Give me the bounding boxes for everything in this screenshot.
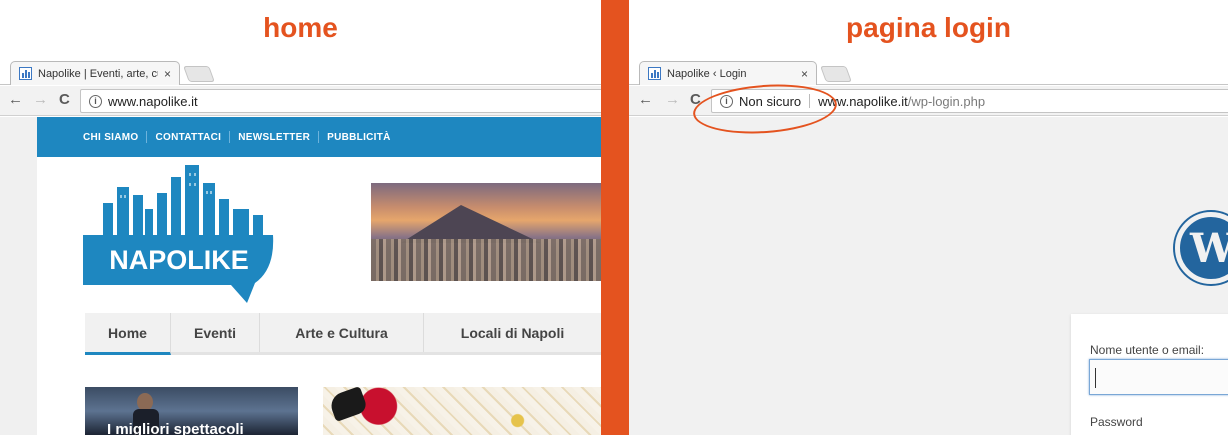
forward-arrow-icon[interactable]: → [33, 91, 48, 109]
url-path: /wp-login.php [907, 93, 986, 109]
tab-strip: Napolike | Eventi, arte, cu × [0, 58, 601, 85]
login-heading: pagina login [846, 12, 1011, 43]
address-bar[interactable]: i www.napolike.it [80, 89, 601, 113]
browser-tab-home[interactable]: Napolike | Eventi, arte, cu × [10, 61, 180, 85]
home-panel: home Napolike | Eventi, arte, cu × ← → C… [0, 0, 601, 435]
login-form: Nome utente o email: Password [1071, 314, 1228, 435]
article-thumbnail-confetti[interactable] [323, 385, 601, 435]
tab-title: Napolike ‹ Login [667, 67, 747, 80]
nav-link-contattaci[interactable]: CONTATTACI [155, 132, 221, 143]
favicon-chart-icon [648, 67, 661, 80]
naples-banner-image [371, 183, 601, 281]
menu-item-home[interactable]: Home [85, 313, 171, 355]
top-nav-bar: CHI SIAMO CONTATTACI NEWSLETTER PUBBLICI… [37, 117, 601, 157]
menu-item-arte-e-cultura[interactable]: Arte e Cultura [260, 313, 424, 352]
tab-close-icon[interactable]: × [164, 67, 171, 81]
browser-toolbar: ← → C i www.napolike.it [0, 86, 601, 116]
tab-close-icon[interactable]: × [801, 67, 808, 81]
tab-strip: Napolike ‹ Login × [629, 58, 1228, 85]
logo-text: NAPOLIKE [109, 245, 249, 275]
username-label: Nome utente o email: [1090, 343, 1205, 357]
favicon-chart-icon [19, 67, 32, 80]
nav-link-chi-siamo[interactable]: CHI SIAMO [83, 132, 138, 143]
info-icon[interactable]: i [89, 94, 102, 108]
new-tab-button[interactable] [183, 66, 215, 82]
browser-tab-login[interactable]: Napolike ‹ Login × [639, 61, 817, 85]
home-heading: home [263, 12, 338, 43]
article-caption: I migliori spettacoli [107, 421, 244, 435]
back-arrow-icon[interactable]: ← [8, 91, 23, 109]
nav-link-pubblicita[interactable]: PUBBLICITÀ [327, 132, 391, 143]
menu-item-eventi[interactable]: Eventi [171, 313, 260, 352]
back-arrow-icon[interactable]: ← [638, 91, 653, 109]
main-menu: Home Eventi Arte e Cultura Locali di Nap… [85, 313, 601, 355]
panel-divider [601, 0, 629, 435]
napolike-site: CHI SIAMO CONTATTACI NEWSLETTER PUBBLICI… [37, 117, 601, 435]
password-label: Password [1090, 415, 1143, 429]
login-panel: pagina login Napolike ‹ Login × ← → C i … [629, 0, 1228, 435]
reload-icon[interactable]: C [59, 91, 70, 109]
username-input[interactable] [1089, 359, 1228, 395]
menu-item-locali-di-napoli[interactable]: Locali di Napoli [424, 313, 601, 352]
new-tab-button[interactable] [820, 66, 852, 82]
tab-title: Napolike | Eventi, arte, cu [38, 67, 158, 80]
url-text: www.napolike.it [108, 93, 198, 109]
nav-link-newsletter[interactable]: NEWSLETTER [238, 132, 310, 143]
napolike-logo[interactable]: NAPOLIKE [83, 165, 275, 303]
article-thumbnail-spettacoli[interactable]: I migliori spettacoli [85, 387, 298, 435]
wordpress-logo-letter: W [1190, 225, 1228, 272]
forward-arrow-icon[interactable]: → [665, 91, 680, 109]
